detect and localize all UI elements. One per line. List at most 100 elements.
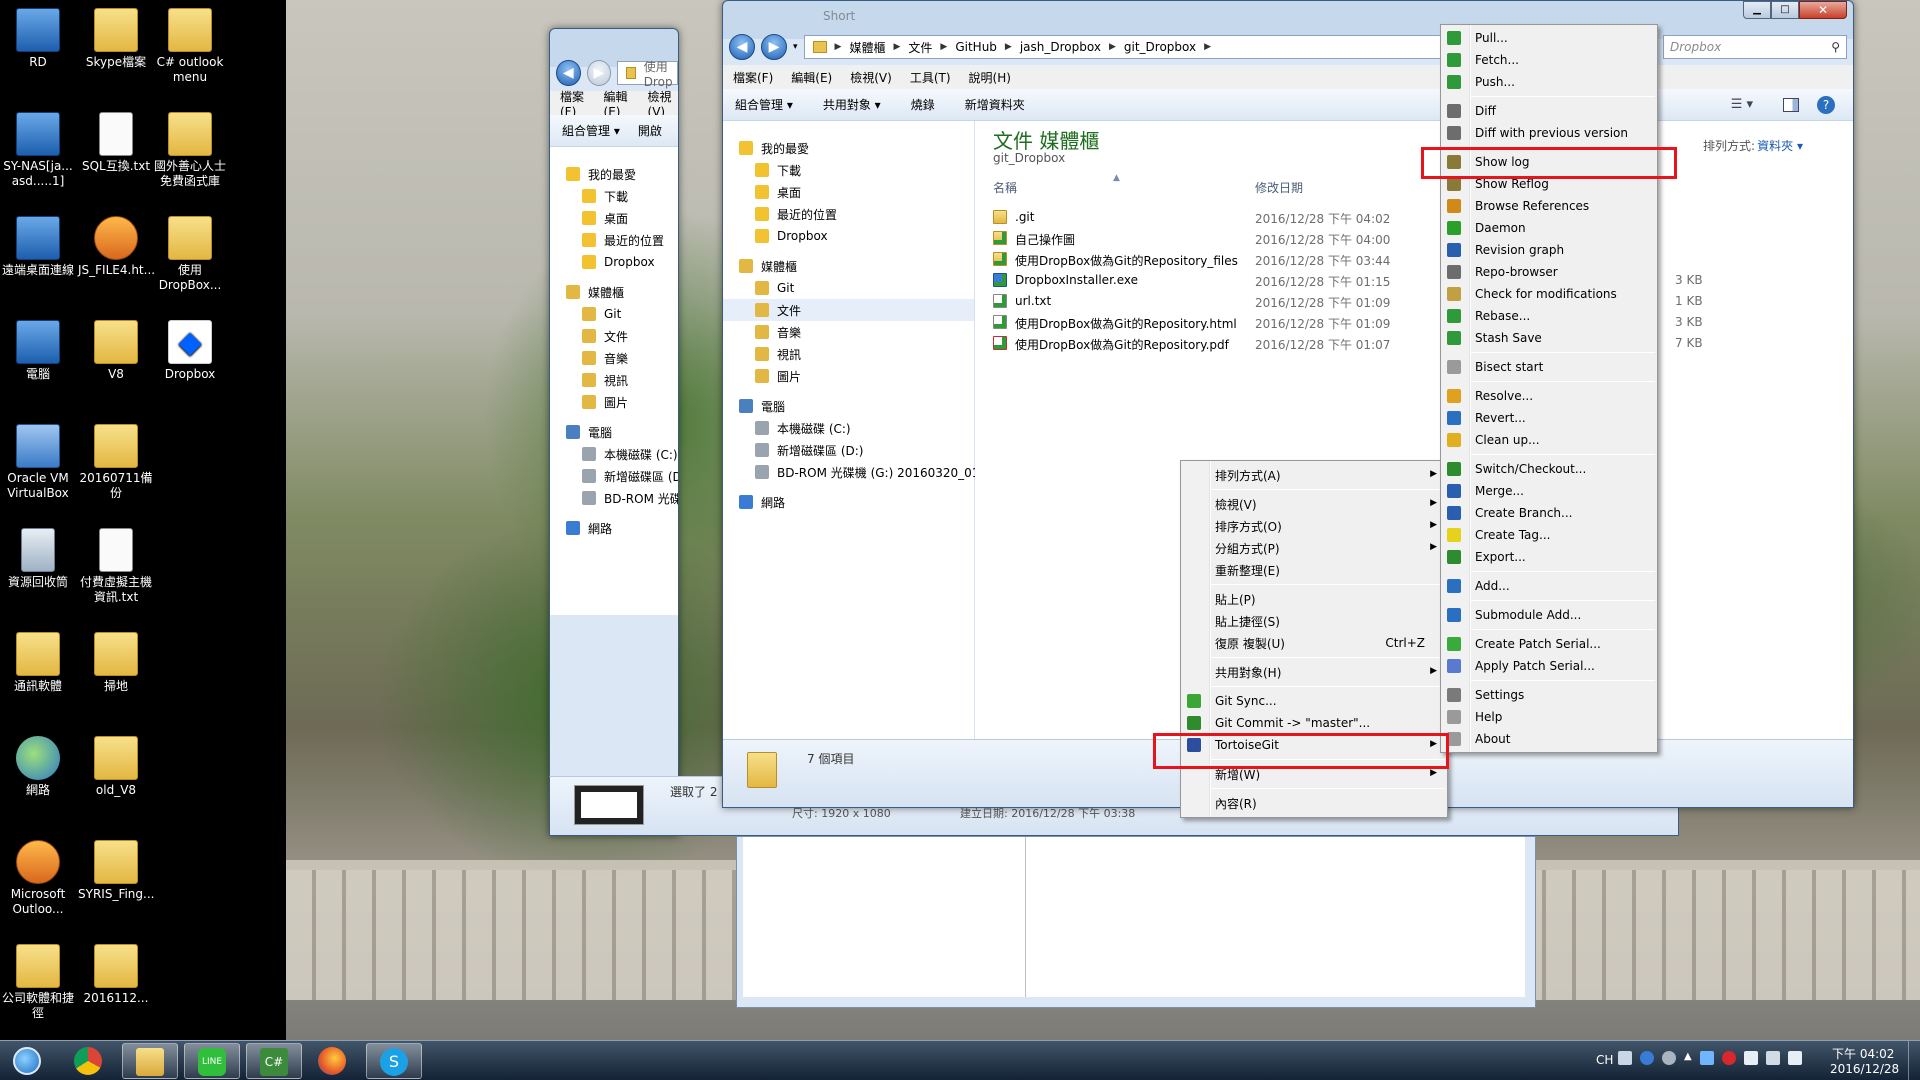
tortoisegit-submenu[interactable]: Pull... Fetch... Push... Diff Diff with prev… — [1440, 24, 1658, 753]
desktop-icon[interactable]: Microsoft Outloo... — [0, 840, 76, 917]
nav-library-item[interactable]: 文件 — [550, 325, 678, 347]
menu-item-repo-browser[interactable]: Repo-browser — [1441, 261, 1657, 283]
dropbox-tray-icon[interactable] — [1699, 1051, 1714, 1065]
nav-library-item[interactable]: 圖片 — [550, 391, 678, 413]
menu-item-apply-patch[interactable]: Apply Patch Serial... — [1441, 655, 1657, 677]
nav-drive-item[interactable]: 本機磁碟 (C:) — [550, 443, 678, 465]
nav-favorite-item[interactable]: 下載 — [550, 185, 678, 207]
help-tray-icon[interactable] — [1640, 1051, 1654, 1065]
desktop-icon[interactable]: 公司軟體和捷徑 — [0, 944, 76, 1021]
forward-button[interactable]: ▶ — [586, 60, 612, 86]
nav-library-item[interactable]: 音樂 — [550, 347, 678, 369]
menu-tools[interactable]: 工具(T) — [910, 69, 951, 86]
menu-item-pull[interactable]: Pull... — [1441, 27, 1657, 49]
desktop-icon[interactable]: Oracle VM VirtualBox — [0, 424, 76, 501]
desktop-icon[interactable]: 掃地 — [78, 632, 154, 694]
menu-item-a[interactable]: 排列方式(A) ▶ — [1181, 464, 1447, 486]
desktop-icon[interactable]: ◆ Dropbox — [152, 320, 228, 382]
nav-library-item[interactable]: Git — [550, 303, 678, 325]
desktop-icon[interactable]: old_V8 — [78, 736, 154, 798]
taskbar-skype[interactable]: S — [366, 1043, 422, 1079]
input-language[interactable]: CH — [1596, 1053, 1613, 1067]
breadcrumb-separator-icon[interactable]: ▶ — [940, 42, 947, 52]
menu-item-v[interactable]: 檢視(V) ▶ — [1181, 493, 1447, 515]
menu-edit[interactable]: 編輯(E) — [604, 88, 634, 119]
antivirus-tray-icon[interactable] — [1721, 1051, 1736, 1065]
volume-icon[interactable] — [1787, 1051, 1802, 1065]
forward-button[interactable]: ▶ — [761, 34, 787, 60]
back-button[interactable]: ◀ — [729, 34, 755, 60]
menu-item-p[interactable]: 分組方式(P) ▶ — [1181, 537, 1447, 559]
breadcrumb-item[interactable]: 文件 — [908, 39, 932, 56]
nav-favorite-item[interactable]: Dropbox — [723, 225, 974, 247]
breadcrumb-item[interactable]: GitHub — [955, 40, 997, 54]
menu-view[interactable]: 檢視(V) — [850, 69, 892, 86]
breadcrumb-separator-icon[interactable]: ▶ — [1005, 42, 1012, 52]
burn-button[interactable]: 燒錄 — [911, 96, 935, 113]
nav-libraries[interactable]: 媒體櫃 — [550, 281, 678, 303]
desktop-icon[interactable]: Skype檔案 — [78, 8, 154, 70]
help-icon[interactable]: ? — [1817, 95, 1835, 114]
desktop-icon[interactable]: 2016112... — [78, 944, 154, 1006]
menu-item-git-sync[interactable]: Git Sync... — [1181, 690, 1447, 712]
breadcrumb-separator-icon[interactable]: ▶ — [1109, 42, 1116, 52]
menu-help[interactable]: 說明(H) — [969, 69, 1011, 86]
taskbar-csharp[interactable]: C# — [246, 1043, 302, 1079]
nav-drive-item[interactable]: 新增磁碟區 (D:) — [723, 439, 974, 461]
nav-libraries[interactable]: 媒體櫃 — [723, 255, 974, 277]
nav-library-item[interactable]: 視訊 — [723, 343, 974, 365]
menu-item-fetch[interactable]: Fetch... — [1441, 49, 1657, 71]
menu-file[interactable]: 檔案(F) — [733, 69, 773, 86]
menu-view[interactable]: 檢視(V) — [648, 88, 678, 119]
maximize-button[interactable]: □ — [1771, 1, 1799, 19]
desktop-icon[interactable]: C# outlook menu — [152, 8, 228, 85]
file-row[interactable]: .git 2016/12/28 下午 04:02 — [975, 207, 1853, 228]
menu-item-e[interactable]: 重新整理(E) — [1181, 559, 1447, 581]
menu-item-create-patch[interactable]: Create Patch Serial... — [1441, 633, 1657, 655]
menu-item-s[interactable]: 貼上捷徑(S) — [1181, 610, 1447, 632]
desktop-icon[interactable]: 使用DropBox... — [152, 216, 228, 293]
file-row[interactable]: 自己操作圖 2016/12/28 下午 04:00 — [975, 228, 1853, 249]
desktop-icon[interactable]: 20160711備份 — [78, 424, 154, 501]
nav-computer[interactable]: 電腦 — [723, 395, 974, 417]
desktop-icon[interactable]: 電腦 — [0, 320, 76, 382]
menu-item-browse-references[interactable]: Browse References — [1441, 195, 1657, 217]
view-options-icon[interactable]: ☰ ▾ — [1731, 97, 1753, 112]
nav-drive-item[interactable]: 本機磁碟 (C:) — [723, 417, 974, 439]
network-tray-icon[interactable] — [1765, 1051, 1780, 1065]
back-button[interactable]: ◀ — [556, 60, 581, 86]
menu-item-check-modifications[interactable]: Check for modifications — [1441, 283, 1657, 305]
clock-date[interactable]: 2016/12/28 — [1830, 1062, 1899, 1076]
preview-pane-icon[interactable] — [1783, 97, 1799, 112]
file-row[interactable]: 使用DropBox做為Git的Repository.html 2016/12/28… — [975, 312, 1853, 333]
menu-item-cleanup[interactable]: Clean up... — [1441, 429, 1657, 451]
desktop-icon[interactable]: V8 — [78, 320, 154, 382]
taskbar-line[interactable]: LINE — [184, 1043, 240, 1079]
desktop-icon[interactable]: JS_FILE4.ht... — [78, 216, 155, 278]
menu-item-resolve[interactable]: Resolve... — [1441, 385, 1657, 407]
keyboard-icon[interactable] — [1618, 1051, 1632, 1065]
menu-item-export[interactable]: Export... — [1441, 546, 1657, 568]
desktop-icon[interactable]: SYRIS_Fing... — [78, 840, 154, 902]
minimize-button[interactable]: ▁ — [1743, 1, 1771, 19]
desktop-icon[interactable]: 國外善心人士免費函式庫 — [152, 112, 228, 189]
menu-item-add[interactable]: Add... — [1441, 575, 1657, 597]
close-button[interactable]: ✕ — [1799, 1, 1847, 19]
taskbar-chrome[interactable] — [60, 1043, 116, 1079]
nav-computer[interactable]: 電腦 — [550, 421, 678, 443]
start-button[interactable] — [4, 1043, 50, 1079]
arrange-by-dropdown[interactable]: 資料夾 ▾ — [1757, 137, 1803, 154]
nav-library-item[interactable]: 視訊 — [550, 369, 678, 391]
menu-item-diff-prev[interactable]: Diff with previous version — [1441, 122, 1657, 144]
menu-item-branch[interactable]: Create Branch... — [1441, 502, 1657, 524]
menu-item-bisect[interactable]: Bisect start — [1441, 356, 1657, 378]
explorer-window-back[interactable]: ◀ ▶ 使用Drop 檔案(F) 編輯(E) 檢視(V) 組合管理 ▾ 開啟 我… — [549, 28, 679, 836]
nav-favorite-item[interactable]: 最近的位置 — [550, 229, 678, 251]
nav-drive-item[interactable]: 新增磁碟區 (D:) — [550, 465, 678, 487]
taskbar-firefox[interactable] — [304, 1043, 360, 1079]
column-name[interactable]: 名稱 — [993, 179, 1017, 196]
show-desktop-button[interactable] — [1908, 1041, 1920, 1080]
file-row[interactable]: 使用DropBox做為Git的Repository.pdf 2016/12/28 … — [975, 333, 1853, 354]
menu-item-r[interactable]: 內容(R) — [1181, 792, 1447, 814]
nav-drive-item[interactable]: BD-ROM 光碟機 (G:) — [550, 487, 678, 509]
